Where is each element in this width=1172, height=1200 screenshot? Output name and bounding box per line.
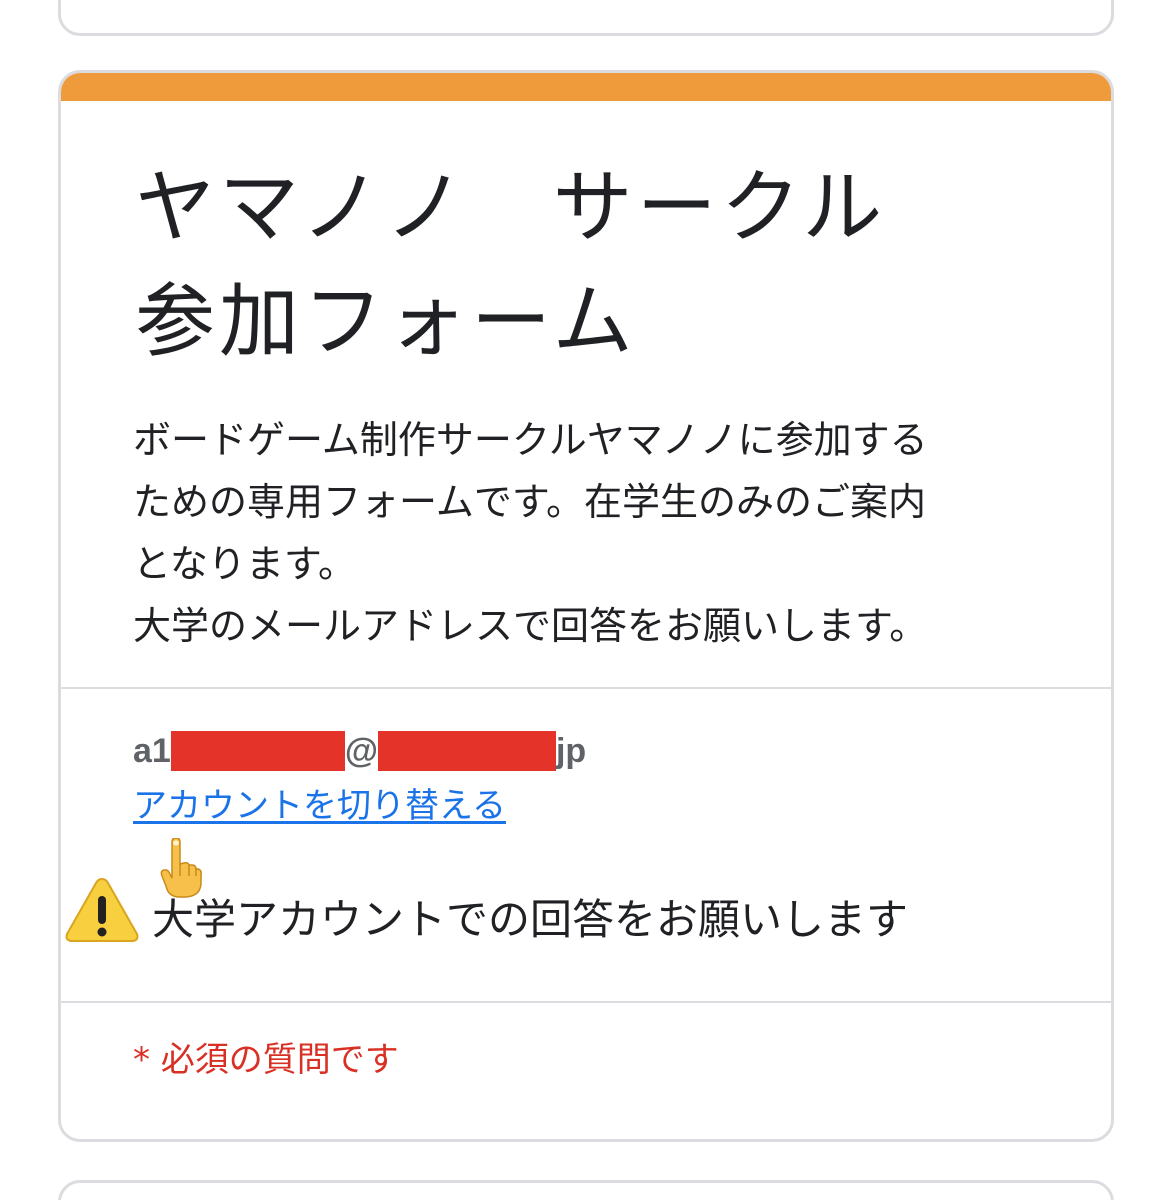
form-title: ヤマノノ サークル 参加フォーム bbox=[135, 161, 887, 368]
form-header-card: ヤマノノ サークル 参加フォーム ボードゲーム制作サークルヤマノノに参加する た… bbox=[58, 70, 1114, 1142]
description-line: ボードゲーム制作サークルヤマノノに参加する bbox=[133, 418, 928, 462]
email-prefix: a1 bbox=[133, 731, 171, 770]
redaction-block bbox=[170, 731, 345, 771]
description-line: 大学のメールアドレスで回答をお願いします。 bbox=[133, 604, 928, 648]
form-description: ボードゲーム制作サークルヤマノノに参加する ための専用フォームです。在学生のみの… bbox=[133, 409, 1033, 657]
form-accent-bar bbox=[61, 73, 1111, 101]
email-suffix: jp bbox=[555, 731, 587, 770]
account-email: a1 @ jp bbox=[133, 729, 586, 773]
section-divider bbox=[61, 687, 1111, 689]
switch-account-link[interactable]: アカウントを切り替える bbox=[133, 781, 506, 831]
email-at-sign: @ bbox=[344, 731, 378, 770]
redaction-block bbox=[377, 731, 556, 771]
description-line: ための専用フォームです。在学生のみのご案内 bbox=[133, 480, 927, 524]
required-question-note: * 必須の質問です bbox=[133, 1040, 399, 1080]
next-card bbox=[58, 1180, 1114, 1200]
section-divider bbox=[61, 1001, 1111, 1003]
warning-icon bbox=[65, 877, 139, 942]
pointing-up-hand-icon bbox=[160, 838, 202, 898]
description-line: となります。 bbox=[133, 542, 357, 586]
annotation-warning-text: 大学アカウントでの回答をお願いします bbox=[152, 895, 909, 944]
previous-card bbox=[58, 0, 1114, 36]
